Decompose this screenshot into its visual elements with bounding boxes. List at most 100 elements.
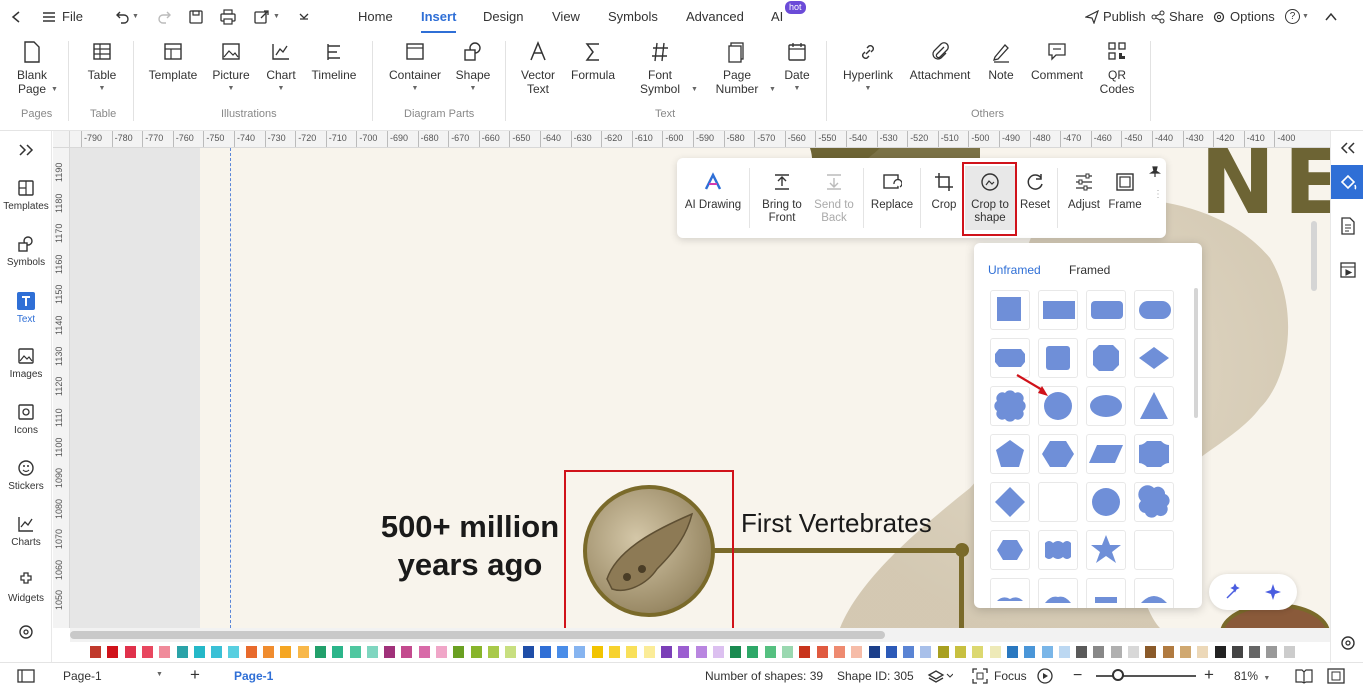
color-swatch[interactable] bbox=[695, 646, 707, 658]
fit-page-button[interactable] bbox=[1327, 668, 1345, 687]
ai-drawing-button[interactable]: AI Drawing bbox=[682, 172, 744, 212]
attachment-button[interactable]: Attachment bbox=[906, 41, 974, 82]
template-button[interactable]: Template bbox=[148, 41, 198, 82]
shape-option-wavy-rectangle[interactable] bbox=[1134, 434, 1174, 474]
color-swatch[interactable] bbox=[1006, 646, 1018, 658]
color-swatch[interactable] bbox=[384, 646, 396, 658]
color-swatch[interactable] bbox=[1110, 646, 1122, 658]
color-swatch[interactable] bbox=[1145, 646, 1157, 658]
era-label[interactable]: 500+ million years ago bbox=[370, 508, 570, 584]
sidebar-item-icons[interactable]: Icons bbox=[0, 403, 52, 436]
file-menu[interactable]: File bbox=[42, 0, 83, 33]
sidebar-item-symbols[interactable]: Symbols bbox=[0, 235, 52, 268]
print-button[interactable] bbox=[219, 0, 237, 33]
color-swatch[interactable] bbox=[937, 646, 949, 658]
tab-insert[interactable]: Insert bbox=[421, 0, 457, 33]
color-swatch[interactable] bbox=[799, 646, 811, 658]
color-swatch[interactable] bbox=[314, 646, 326, 658]
shape-option-star[interactable] bbox=[1086, 530, 1126, 570]
sidebar-item-images[interactable]: Images bbox=[0, 347, 52, 380]
shape-option-teardrop[interactable] bbox=[1038, 482, 1078, 522]
color-swatch[interactable] bbox=[1128, 646, 1139, 658]
more-button[interactable] bbox=[298, 0, 310, 33]
format-panel-button[interactable] bbox=[1331, 165, 1363, 199]
reset-button[interactable]: Reset bbox=[1018, 172, 1052, 212]
adjust-button[interactable]: Adjust bbox=[1064, 172, 1104, 212]
vertical-scrollbar-thumb[interactable] bbox=[1311, 221, 1317, 291]
color-swatch[interactable] bbox=[712, 646, 724, 658]
shape-option-triangle[interactable] bbox=[1134, 386, 1174, 426]
color-swatch[interactable] bbox=[297, 646, 309, 658]
shape-option-rectangle-cut[interactable] bbox=[1086, 578, 1126, 608]
color-swatch[interactable] bbox=[609, 646, 620, 658]
color-swatch[interactable] bbox=[211, 646, 223, 658]
color-swatch[interactable] bbox=[574, 646, 586, 658]
tab-ai[interactable]: AI bbox=[771, 0, 783, 33]
color-swatch[interactable] bbox=[816, 646, 828, 658]
formula-button[interactable]: Formula bbox=[569, 41, 617, 82]
shape-option-diamond[interactable] bbox=[1134, 338, 1174, 378]
sidebar-item-stickers[interactable]: Stickers bbox=[0, 459, 52, 492]
color-swatch[interactable] bbox=[228, 646, 240, 658]
page-tab-1[interactable]: Page-1 bbox=[234, 669, 273, 683]
color-swatch[interactable] bbox=[141, 646, 153, 658]
shape-option-square[interactable] bbox=[990, 290, 1030, 330]
color-swatch[interactable] bbox=[660, 646, 672, 658]
color-swatch[interactable] bbox=[764, 646, 776, 658]
color-swatch[interactable] bbox=[332, 646, 344, 658]
drag-handle-icon[interactable]: ⋮ bbox=[1153, 190, 1163, 200]
zoom-slider-track[interactable] bbox=[1096, 675, 1196, 677]
color-swatch[interactable] bbox=[989, 646, 1001, 658]
horizontal-scrollbar[interactable] bbox=[70, 628, 1330, 642]
color-swatch[interactable] bbox=[349, 646, 361, 658]
shape-option-wave-banner[interactable] bbox=[1038, 530, 1078, 570]
shape-option-parallelogram[interactable] bbox=[1086, 434, 1126, 474]
sidebar-item-widgets[interactable]: Widgets bbox=[0, 571, 52, 604]
tab-framed[interactable]: Framed bbox=[1069, 263, 1110, 277]
play-button[interactable] bbox=[1037, 668, 1053, 687]
sidebar-item-templates[interactable]: Templates bbox=[0, 179, 52, 212]
share-button[interactable]: Share bbox=[1151, 0, 1204, 33]
crop-button[interactable]: Crop bbox=[927, 172, 961, 212]
frame-button[interactable]: Frame bbox=[1107, 172, 1143, 212]
timeline-button[interactable]: Timeline bbox=[309, 41, 359, 82]
color-swatch[interactable] bbox=[643, 646, 655, 658]
color-swatch[interactable] bbox=[487, 646, 499, 658]
color-swatch[interactable] bbox=[280, 646, 292, 658]
color-swatch[interactable] bbox=[782, 646, 793, 658]
color-swatch[interactable] bbox=[193, 646, 205, 658]
export-button[interactable]: ▼ bbox=[253, 0, 280, 33]
collapse-ribbon-button[interactable] bbox=[1325, 0, 1337, 33]
color-swatch[interactable] bbox=[920, 646, 932, 658]
shape-option-scalloped-circle[interactable] bbox=[1086, 482, 1126, 522]
color-swatch[interactable] bbox=[453, 646, 465, 658]
add-page-button[interactable]: + bbox=[190, 665, 200, 685]
color-swatch[interactable] bbox=[885, 646, 897, 658]
shape-button[interactable]: Shape ▼ bbox=[453, 41, 493, 96]
color-swatch[interactable] bbox=[366, 646, 378, 658]
color-swatch[interactable] bbox=[176, 646, 188, 658]
shape-option-cloud-top[interactable] bbox=[990, 578, 1030, 608]
color-swatch[interactable] bbox=[1041, 646, 1053, 658]
note-button[interactable]: Note bbox=[985, 41, 1017, 82]
ai-style-icon[interactable] bbox=[1223, 582, 1243, 602]
shape-option-dome[interactable] bbox=[1134, 578, 1174, 608]
bring-to-front-button[interactable]: Bring to Front bbox=[757, 172, 807, 225]
color-swatch[interactable] bbox=[90, 646, 101, 658]
collapse-right-panel-button[interactable] bbox=[1340, 141, 1356, 158]
color-swatch[interactable] bbox=[851, 646, 863, 658]
tab-unframed[interactable]: Unframed bbox=[988, 263, 1041, 277]
zoom-level[interactable]: 81% ▼ bbox=[1234, 669, 1270, 683]
color-swatch[interactable] bbox=[124, 646, 136, 658]
color-swatch[interactable] bbox=[418, 646, 430, 658]
expand-sidebar-button[interactable] bbox=[0, 143, 52, 157]
color-swatch[interactable] bbox=[1076, 646, 1088, 658]
shape-option-flower[interactable] bbox=[1134, 482, 1174, 522]
color-swatch[interactable] bbox=[1197, 646, 1209, 658]
color-swatch[interactable] bbox=[263, 646, 274, 658]
color-swatch[interactable] bbox=[1162, 646, 1174, 658]
color-swatch[interactable] bbox=[1179, 646, 1191, 658]
presentation-button[interactable] bbox=[1339, 261, 1357, 282]
vector-text-button[interactable]: Vector Text bbox=[518, 41, 558, 96]
color-swatch[interactable] bbox=[730, 646, 742, 658]
